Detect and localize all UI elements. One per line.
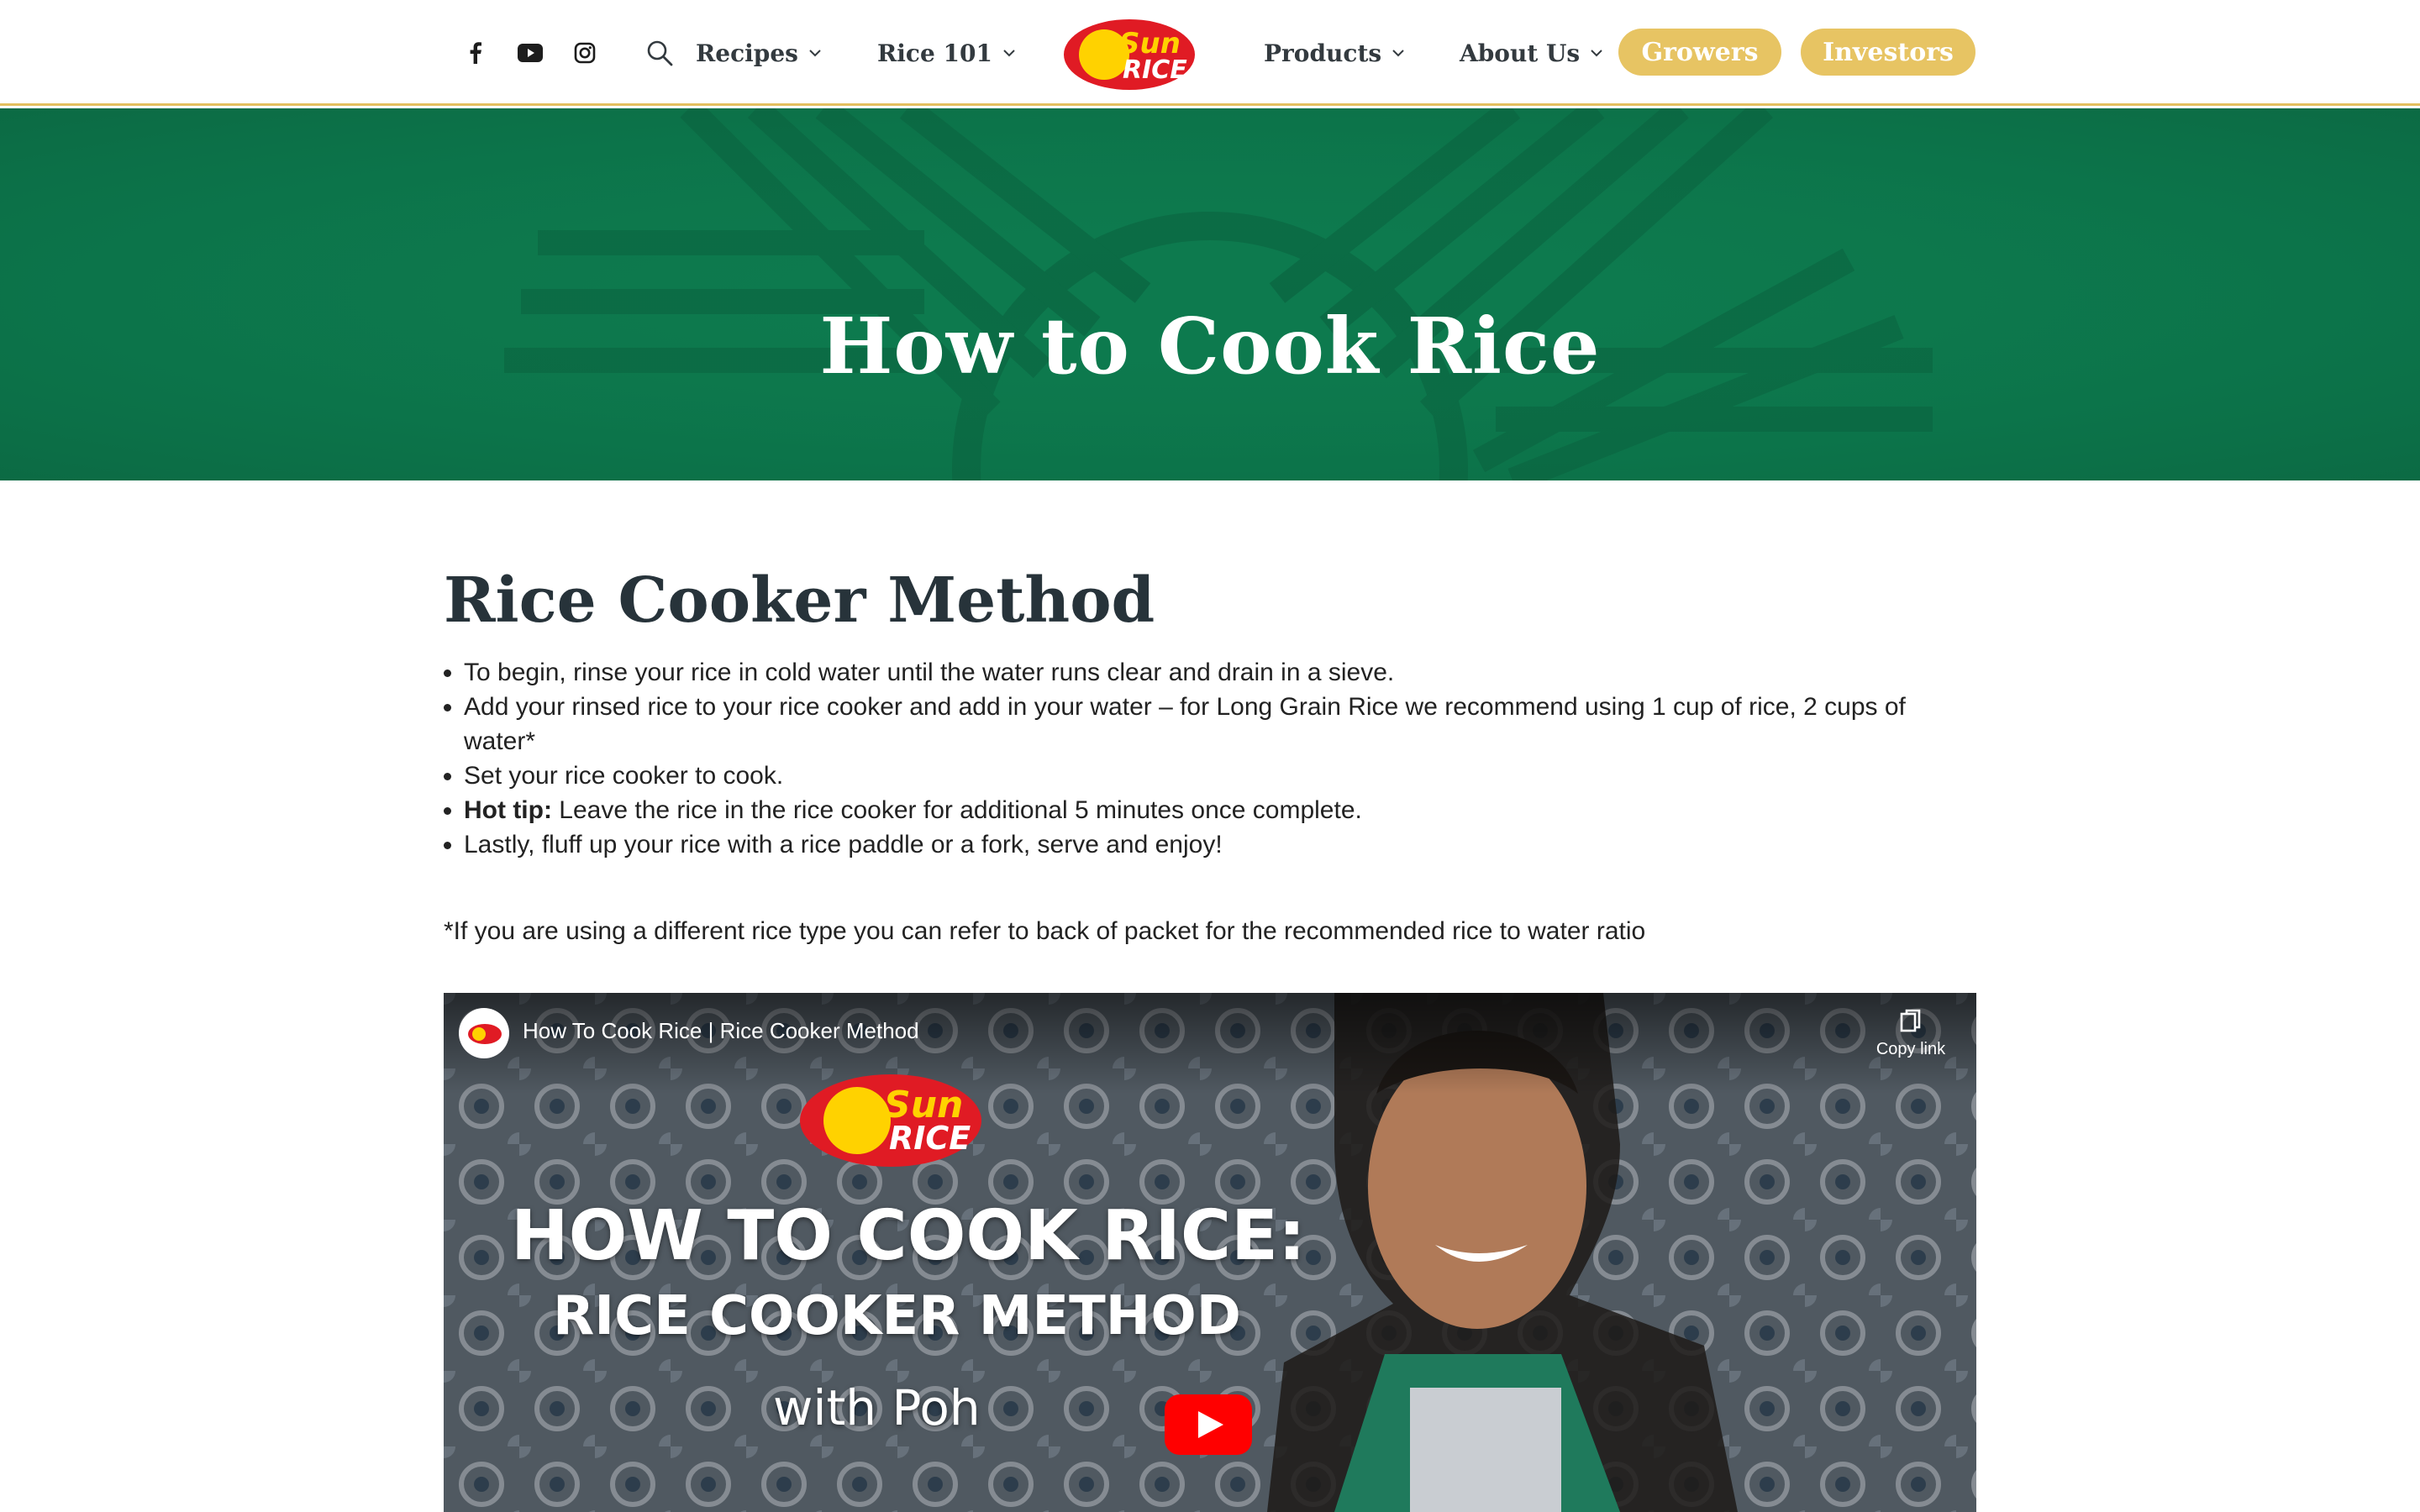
section-title: Rice Cooker Method <box>444 564 1155 637</box>
facebook-icon[interactable] <box>459 0 492 106</box>
thumbnail-heading: HOW TO COOK RICE: <box>511 1196 1306 1276</box>
copy-icon <box>1900 1009 1921 1032</box>
logo-rice-text: RICE <box>1123 55 1187 85</box>
page-title: How to Cook Rice <box>819 301 1601 392</box>
youtube-icon[interactable] <box>513 0 547 106</box>
step-text: To begin, rinse your rice in cold water … <box>464 659 1395 686</box>
chevron-down-icon <box>1002 49 1016 57</box>
nav-products-label: Products <box>1264 39 1382 67</box>
list-item: Set your rice cooker to cook. <box>464 759 1976 793</box>
site-header: Recipes Rice 101 Sun RICE Products About… <box>0 0 2420 106</box>
nav-about-us-label: About Us <box>1460 39 1581 67</box>
play-button[interactable] <box>1165 1394 1252 1458</box>
list-item: Add your rinsed rice to your rice cooker… <box>464 690 1976 759</box>
youtube-play-icon <box>1165 1394 1252 1455</box>
nav-products[interactable]: Products <box>1264 0 1405 106</box>
copy-link-label: Copy link <box>1876 1040 1946 1058</box>
step-text: Lastly, fluff up your rice with a rice p… <box>464 831 1223 858</box>
nav-recipes-label: Recipes <box>696 39 798 67</box>
thumbnail-byline: with Poh <box>773 1379 981 1436</box>
steps-list: To begin, rinse your rice in cold water … <box>444 655 1976 862</box>
list-item: Hot tip: Leave the rice in the rice cook… <box>464 793 1976 827</box>
video-header: How To Cook Rice | Rice Cooker Method Co… <box>444 993 1976 1077</box>
growers-button[interactable]: Growers <box>1618 29 1781 76</box>
list-item: Lastly, fluff up your rice with a rice p… <box>464 827 1976 862</box>
main-content: Rice Cooker Method To begin, rinse your … <box>444 554 1976 971</box>
thumb-logo-rice: RICE <box>889 1120 971 1157</box>
chevron-down-icon <box>808 49 822 57</box>
copy-link-button[interactable]: Copy link <box>1869 1008 1953 1059</box>
hero-banner: How to Cook Rice <box>0 108 2420 480</box>
thumbnail-subheading: RICE COOKER METHOD <box>553 1285 1241 1347</box>
instagram-icon[interactable] <box>568 0 602 106</box>
list-item: To begin, rinse your rice in cold water … <box>464 655 1976 690</box>
search-icon[interactable] <box>644 0 675 106</box>
step-text: Add your rinsed rice to your rice cooker… <box>464 693 1906 755</box>
chevron-down-icon <box>1392 49 1405 57</box>
video-player[interactable]: Sun RICE How To Cook Rice | Rice Cooker … <box>444 993 1976 1512</box>
video-title[interactable]: How To Cook Rice | Rice Cooker Method <box>523 1018 919 1044</box>
chevron-down-icon <box>1590 49 1603 57</box>
step-text: Set your rice cooker to cook. <box>464 762 784 790</box>
step-text: Leave the rice in the rice cooker for ad… <box>551 796 1362 824</box>
sunrice-logo[interactable]: Sun RICE <box>1060 0 1203 106</box>
nav-rice-101[interactable]: Rice 101 <box>877 0 1016 106</box>
hot-tip-label: Hot tip: <box>464 796 552 824</box>
investors-button[interactable]: Investors <box>1801 29 1975 76</box>
nav-about-us[interactable]: About Us <box>1460 0 1603 106</box>
nav-recipes[interactable]: Recipes <box>696 0 822 106</box>
footnote: *If you are using a different rice type … <box>444 917 1646 945</box>
nav-rice-101-label: Rice 101 <box>877 39 992 67</box>
